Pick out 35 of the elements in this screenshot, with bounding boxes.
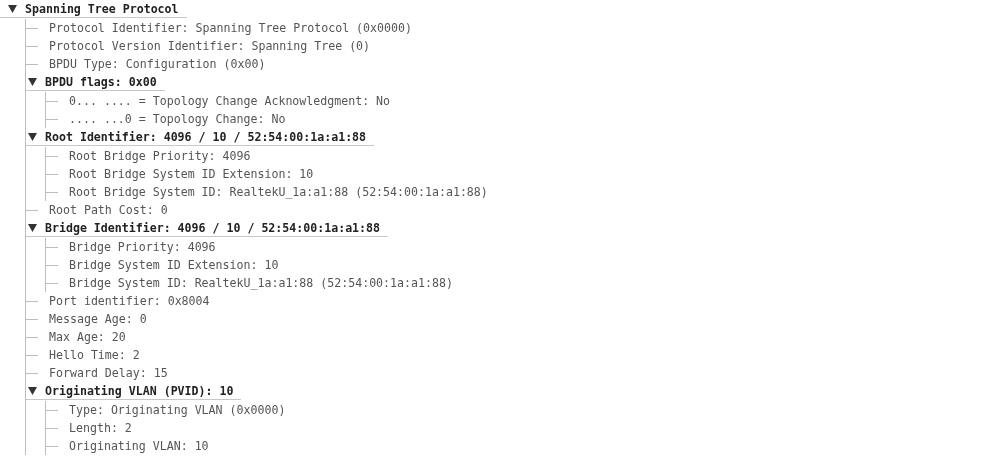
field-label[interactable]: Port identifier: 0x8004: [49, 294, 210, 308]
section-label: Originating VLAN (PVID): 10: [45, 383, 234, 398]
expanded-triangle-icon[interactable]: [28, 77, 37, 86]
field-label[interactable]: Bridge Priority: 4096: [69, 240, 216, 254]
field-label[interactable]: Max Age: 20: [49, 330, 126, 344]
field-label[interactable]: .... ...0 = Topology Change: No: [69, 112, 286, 126]
section-label: Bridge Identifier: 4096 / 10 / 52:54:00:1a:a1:88: [45, 220, 381, 235]
field-label[interactable]: Root Path Cost: 0: [49, 203, 168, 217]
expanded-triangle-icon[interactable]: [28, 386, 37, 395]
field-label[interactable]: Bridge System ID: RealtekU_1a:a1:88 (52:54:00:1a:a1:88): [69, 276, 453, 290]
field-label[interactable]: Root Bridge Priority: 4096: [69, 149, 251, 163]
tree-section-header[interactable]: BPDU flags: 0x00: [26, 73, 165, 91]
expanded-triangle-icon[interactable]: [28, 223, 37, 232]
field-label[interactable]: Forward Delay: 15: [49, 366, 168, 380]
section-label: Spanning Tree Protocol: [25, 1, 179, 16]
field-label[interactable]: Length: 2: [69, 421, 132, 435]
field-label[interactable]: Bridge System ID Extension: 10: [69, 258, 279, 272]
field-label[interactable]: Root Bridge System ID Extension: 10: [69, 167, 314, 181]
expanded-triangle-icon[interactable]: [28, 132, 37, 141]
tree-section-header[interactable]: Root Identifier: 4096 / 10 / 52:54:00:1a:a1:88: [26, 128, 375, 146]
section-label: BPDU flags: 0x00: [45, 74, 157, 89]
tree-section-header[interactable]: Originating VLAN (PVID): 10: [26, 382, 242, 400]
field-label[interactable]: Protocol Identifier: Spanning Tree Protocol (0x0000): [49, 21, 412, 35]
field-label[interactable]: Message Age: 0: [49, 312, 147, 326]
tree-section-header[interactable]: Bridge Identifier: 4096 / 10 / 52:54:00:1a:a1:88: [26, 219, 389, 237]
field-label[interactable]: Originating VLAN: 10: [69, 439, 209, 453]
field-label[interactable]: Type: Originating VLAN (0x0000): [69, 403, 286, 417]
field-label[interactable]: Hello Time: 2: [49, 348, 140, 362]
expanded-triangle-icon[interactable]: [8, 4, 17, 13]
section-label: Root Identifier: 4096 / 10 / 52:54:00:1a:a1:88: [45, 129, 367, 144]
field-label[interactable]: BPDU Type: Configuration (0x00): [49, 57, 266, 71]
field-label[interactable]: Protocol Version Identifier: Spanning Tree (0): [49, 39, 371, 53]
tree-section-header[interactable]: Spanning Tree Protocol: [0, 0, 187, 18]
field-label[interactable]: Root Bridge System ID: RealtekU_1a:a1:88 (52:54:00:1a:a1:88): [69, 185, 488, 199]
field-label[interactable]: 0... .... = Topology Change Acknowledgment: No: [69, 94, 391, 108]
